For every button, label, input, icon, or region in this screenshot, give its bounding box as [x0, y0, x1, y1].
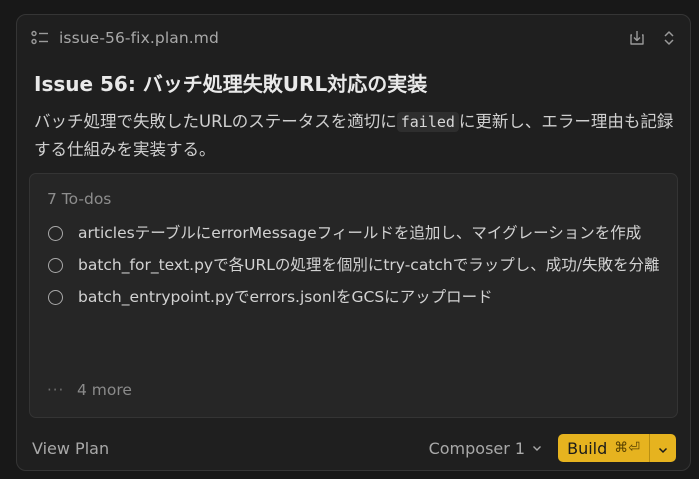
view-plan-link[interactable]: View Plan — [32, 439, 109, 458]
todo-checkbox[interactable] — [48, 258, 63, 273]
todo-count: 7 To-dos — [47, 190, 112, 208]
todo-item: batch_for_text.pyで各URLの処理を個別にtry-catchでラ… — [48, 253, 668, 277]
model-selector[interactable]: Composer 1 — [429, 439, 543, 458]
build-label: Build — [567, 438, 608, 458]
header-actions — [628, 29, 678, 47]
plan-card: issue-56-fix.plan.md Issue 56: バッチ処理失敗UR… — [16, 14, 691, 471]
more-label: 4 more — [77, 381, 132, 399]
build-button-group: Build ⌘⏎ — [558, 434, 676, 462]
build-options-button[interactable] — [649, 434, 676, 462]
plan-title: Issue 56: バッチ処理失敗URL対応の実装 — [34, 72, 428, 96]
plan-description: バッチ処理で失敗したURLのステータスを適切に failed に更新し、エラー理由も… — [34, 108, 674, 163]
todo-item: batch_entrypoint.pyでerrors.jsonlをGCSにアップ… — [48, 285, 668, 309]
file-header: issue-56-fix.plan.md — [31, 26, 678, 50]
chevron-down-icon — [658, 439, 668, 458]
todo-checkbox[interactable] — [48, 226, 63, 241]
model-label: Composer 1 — [428, 438, 526, 458]
build-shortcut: ⌘⏎ — [614, 440, 640, 456]
download-icon[interactable] — [628, 29, 646, 47]
todo-checkbox[interactable] — [48, 290, 63, 305]
desc-text-before: バッチ処理で失敗したURLのステータスを適切に — [34, 112, 397, 131]
show-more-todos[interactable]: ··· 4 more — [47, 381, 132, 399]
todo-text: articlesテーブルにerrorMessageフィールドを追加し、マイグレー… — [78, 224, 642, 242]
todo-text: batch_for_text.pyで各URLの処理を個別にtry-catchでラ… — [78, 256, 660, 274]
list-icon — [31, 30, 49, 46]
inline-code: failed — [396, 112, 459, 132]
todo-text: batch_entrypoint.pyでerrors.jsonlをGCSにアップ… — [78, 288, 493, 306]
chevron-down-icon — [532, 444, 542, 452]
build-button[interactable]: Build ⌘⏎ — [558, 434, 649, 462]
chevron-up-down-icon[interactable] — [660, 29, 678, 47]
footer: View Plan Composer 1 Build ⌘⏎ — [32, 433, 676, 463]
todo-list: articlesテーブルにerrorMessageフィールドを追加し、マイグレー… — [48, 221, 668, 317]
file-name: issue-56-fix.plan.md — [59, 29, 219, 47]
todo-panel: 7 To-dos articlesテーブルにerrorMessageフィールドを… — [29, 173, 678, 418]
todo-item: articlesテーブルにerrorMessageフィールドを追加し、マイグレー… — [48, 221, 668, 245]
ellipsis-icon: ··· — [47, 381, 65, 399]
